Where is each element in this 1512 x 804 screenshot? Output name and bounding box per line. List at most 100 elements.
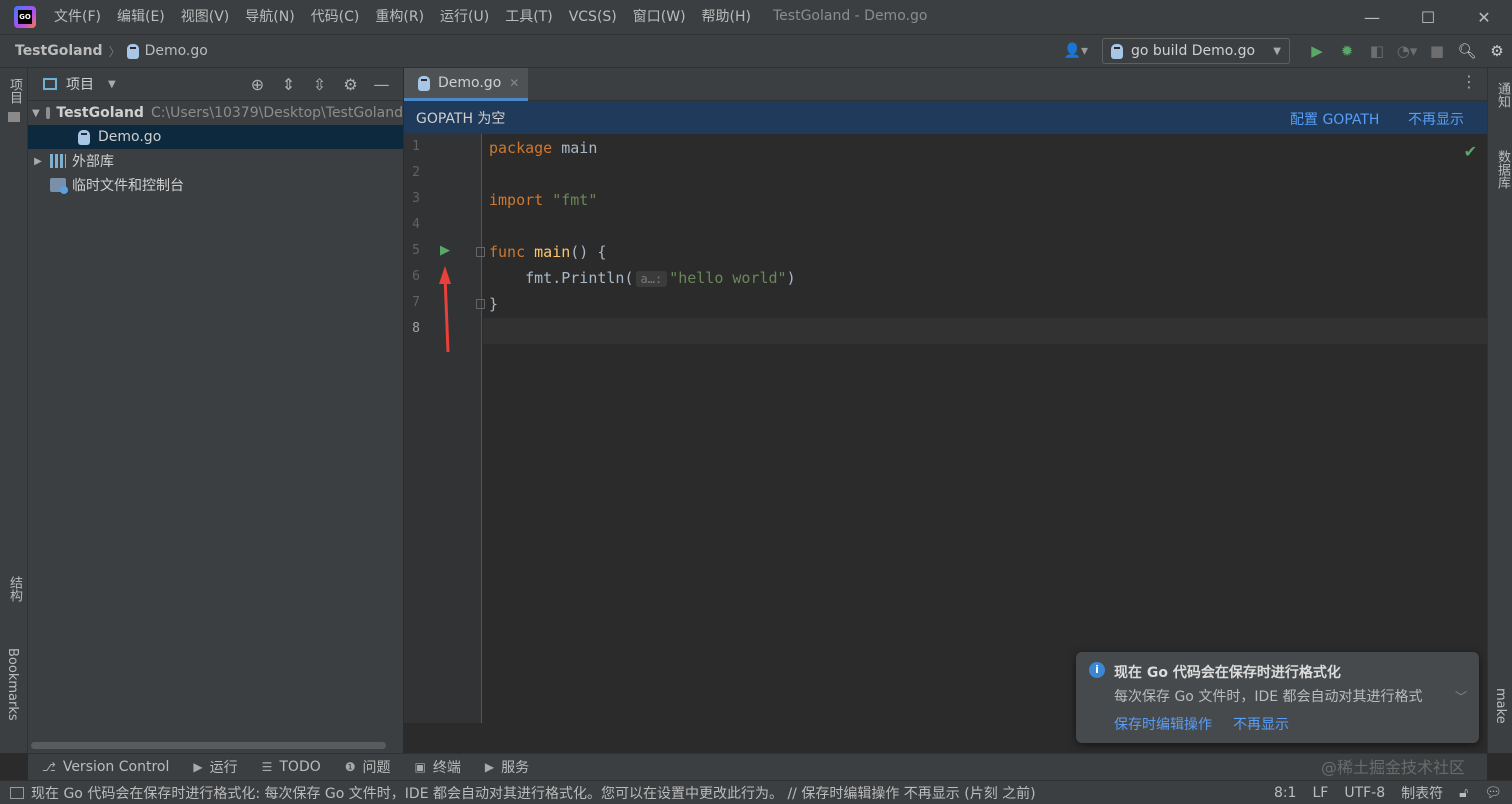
tree-item-label: 外部库 bbox=[72, 154, 114, 170]
close-icon[interactable]: ✕ bbox=[509, 76, 519, 90]
tab-bookmarks[interactable]: Bookmarks bbox=[5, 648, 20, 721]
chevron-right-icon[interactable]: ▶ bbox=[32, 156, 44, 167]
menu-tools[interactable]: 工具(T) bbox=[497, 0, 560, 34]
file-encoding[interactable]: UTF-8 bbox=[1344, 785, 1385, 801]
menu-help[interactable]: 帮助(H) bbox=[694, 0, 759, 34]
hide-panel-icon[interactable]: — bbox=[366, 70, 397, 100]
window-title: TestGoland - Demo.go bbox=[773, 8, 928, 24]
gear-icon[interactable]: ⚙ bbox=[335, 70, 366, 100]
current-line-highlight bbox=[483, 318, 1487, 344]
chevron-down-icon[interactable]: ▼ bbox=[32, 108, 40, 119]
code-area[interactable]: package main import "fmt" func main() { … bbox=[483, 134, 1487, 723]
menu-code[interactable]: 代码(C) bbox=[303, 0, 368, 34]
tree-item-demo-go[interactable]: Demo.go bbox=[28, 125, 403, 149]
tab-project[interactable]: 项目 bbox=[5, 78, 24, 104]
debug-icon[interactable]: ✹ bbox=[1332, 36, 1362, 66]
line-number: 5 bbox=[412, 243, 420, 258]
tool-problems[interactable]: ❶ 问题 bbox=[345, 757, 391, 777]
go-file-icon bbox=[126, 43, 139, 59]
right-tool-strip: 通知 数据库 make bbox=[1487, 68, 1512, 753]
lock-icon[interactable]: 🔓︎ bbox=[1459, 785, 1468, 801]
chevron-down-icon: ▼ bbox=[1273, 45, 1281, 57]
tab-database[interactable]: 数据库 bbox=[1493, 150, 1512, 189]
stop-icon[interactable]: ■ bbox=[1422, 36, 1452, 66]
banner-dismiss-link[interactable]: 不再显示 bbox=[1408, 109, 1464, 129]
project-root-name: TestGoland bbox=[56, 105, 144, 121]
format-notification: i 现在 Go 代码会在保存时进行格式化 每次保存 Go 文件时，IDE 都会自… bbox=[1076, 652, 1479, 743]
editor-gutter: 1 2 3 4 5 6 7 8 ▶ bbox=[404, 134, 485, 723]
vcs-icon: ⎇ bbox=[42, 760, 56, 774]
chevron-down-icon[interactable]: ▼ bbox=[108, 79, 116, 90]
maximize-button[interactable]: ☐ bbox=[1400, 0, 1456, 34]
menu-vcs[interactable]: VCS(S) bbox=[561, 0, 625, 34]
search-icon[interactable]: 🔍︎ bbox=[1452, 36, 1482, 66]
caret-position[interactable]: 8:1 bbox=[1274, 785, 1297, 801]
tool-label: Version Control bbox=[62, 759, 170, 775]
status-message[interactable]: 现在 Go 代码会在保存时进行格式化: 每次保存 Go 文件时，IDE 都会自动… bbox=[31, 783, 1036, 803]
minimize-button[interactable]: — bbox=[1344, 0, 1400, 34]
folder-icon bbox=[8, 112, 20, 122]
line-number: 7 bbox=[412, 295, 420, 310]
line-separator[interactable]: LF bbox=[1312, 785, 1328, 801]
breadcrumb-project[interactable]: TestGoland bbox=[15, 43, 103, 59]
close-window-button[interactable]: ✕ bbox=[1456, 0, 1512, 34]
line-number: 1 bbox=[412, 139, 420, 154]
line-number: 6 bbox=[412, 269, 420, 284]
user-icon[interactable]: 👤▾ bbox=[1064, 43, 1088, 59]
tool-terminal[interactable]: ▣ 终端 bbox=[415, 757, 461, 777]
configure-gopath-link[interactable]: 配置 GOPATH bbox=[1290, 109, 1379, 129]
notifications-icon[interactable]: 💬︎ bbox=[1484, 785, 1502, 801]
code-line-3: import "fmt" bbox=[489, 191, 598, 209]
editor: Demo.go ✕ ⋮ GOPATH 为空 配置 GOPATH 不再显示 1 2… bbox=[404, 68, 1487, 753]
tool-todo[interactable]: ☰ TODO bbox=[262, 759, 321, 775]
code-line-7: } bbox=[489, 295, 499, 313]
run-config-label: go build Demo.go bbox=[1131, 43, 1256, 59]
project-panel-tools: ⊕ ⇕ ⇳ ⚙ — bbox=[242, 68, 397, 101]
tree-item-external-libs[interactable]: ▶ 外部库 bbox=[28, 149, 403, 173]
menu-run[interactable]: 运行(U) bbox=[432, 0, 497, 34]
menu-file[interactable]: 文件(F) bbox=[46, 0, 109, 34]
save-actions-link[interactable]: 保存时编辑操作 bbox=[1114, 714, 1212, 734]
tab-demo-go[interactable]: Demo.go ✕ bbox=[404, 68, 528, 101]
tool-label: 运行 bbox=[209, 760, 238, 776]
collapse-all-icon[interactable]: ⇳ bbox=[304, 70, 335, 100]
tree-item-project-root[interactable]: ▼ TestGoland C:\Users\10379\Desktop\Test… bbox=[28, 101, 403, 125]
menu-refactor[interactable]: 重构(R) bbox=[367, 0, 432, 34]
toggle-tool-windows-icon[interactable] bbox=[10, 786, 24, 799]
tree-item-scratches[interactable]: 临时文件和控制台 bbox=[28, 173, 403, 197]
project-panel-title[interactable]: 项目 bbox=[66, 74, 94, 94]
tab-structure[interactable]: 结构 bbox=[5, 576, 24, 602]
tab-make[interactable]: make bbox=[1493, 688, 1508, 724]
tool-version-control[interactable]: ⎇ Version Control bbox=[42, 759, 169, 775]
toolbar-right: 👤▾ go build Demo.go ▼ ▶ ✹ ◧ ◔▾ ■ 🔍︎ ⚙ bbox=[1064, 35, 1512, 67]
tab-notifications[interactable]: 通知 bbox=[1493, 82, 1512, 108]
breadcrumb-file[interactable]: Demo.go bbox=[145, 43, 208, 59]
line-number: 8 bbox=[412, 321, 420, 336]
check-icon[interactable]: ✔ bbox=[1464, 142, 1477, 161]
more-vertical-icon[interactable]: ⋮ bbox=[1461, 72, 1477, 91]
run-icon[interactable]: ▶ bbox=[1302, 36, 1332, 66]
chevron-down-icon[interactable]: ﹀ bbox=[1455, 688, 1467, 705]
tool-services[interactable]: ▶ 服务 bbox=[485, 757, 529, 777]
indent-setting[interactable]: 制表符 bbox=[1401, 783, 1443, 803]
line-number: 3 bbox=[412, 191, 420, 206]
goland-logo-icon[interactable]: GO bbox=[14, 6, 36, 28]
notification-dismiss-link[interactable]: 不再显示 bbox=[1233, 714, 1289, 734]
coverage-icon[interactable]: ◧ bbox=[1362, 36, 1392, 66]
menu-navigate[interactable]: 导航(N) bbox=[237, 0, 302, 34]
project-view-icon bbox=[43, 78, 57, 90]
menu-edit[interactable]: 编辑(E) bbox=[109, 0, 173, 34]
expand-all-icon[interactable]: ⇕ bbox=[273, 70, 304, 100]
horizontal-scrollbar[interactable] bbox=[31, 742, 386, 749]
notification-title: 现在 Go 代码会在保存时进行格式化 bbox=[1114, 665, 1341, 681]
tool-label: 服务 bbox=[501, 760, 530, 776]
menu-window[interactable]: 窗口(W) bbox=[625, 0, 694, 34]
target-icon[interactable]: ⊕ bbox=[242, 70, 273, 100]
menu-view[interactable]: 视图(V) bbox=[173, 0, 238, 34]
tool-run[interactable]: ▶ 运行 bbox=[193, 757, 237, 777]
run-gutter-icon[interactable]: ▶ bbox=[440, 243, 450, 258]
run-icon: ▶ bbox=[193, 760, 203, 774]
run-config-dropdown[interactable]: go build Demo.go ▼ bbox=[1102, 38, 1290, 64]
profile-icon[interactable]: ◔▾ bbox=[1392, 36, 1422, 66]
settings-icon[interactable]: ⚙ bbox=[1482, 36, 1512, 66]
